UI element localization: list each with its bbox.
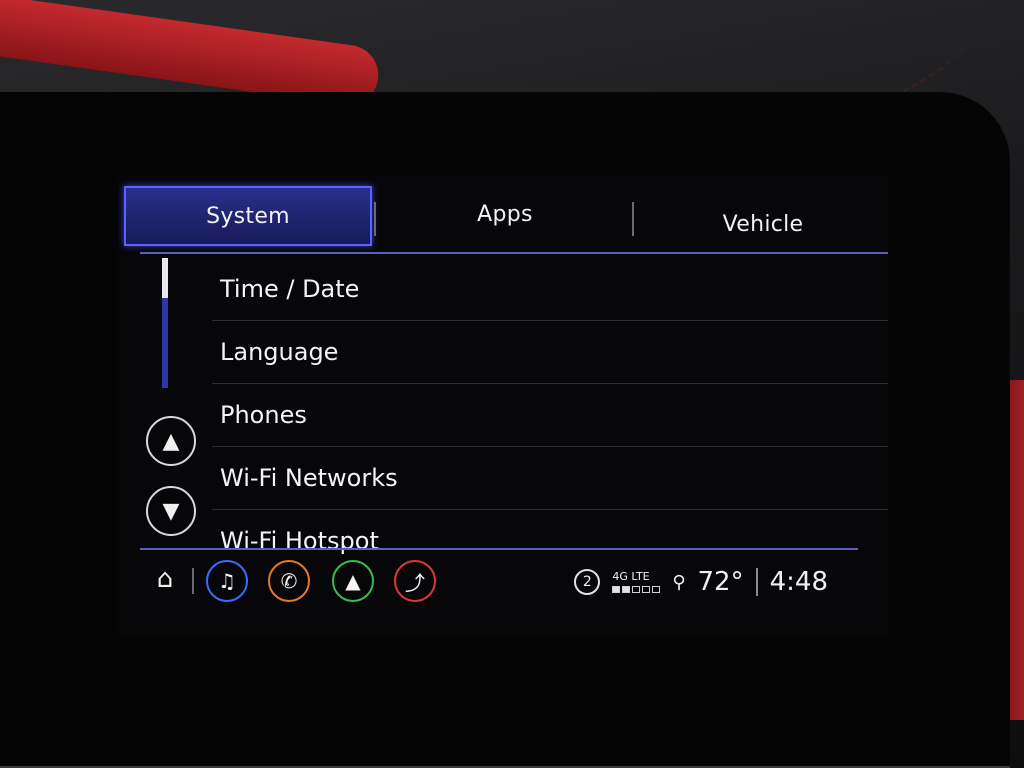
notification-count: 2 — [582, 574, 592, 590]
home-button[interactable]: ⌂ — [148, 564, 182, 594]
tab-system[interactable]: System — [124, 186, 372, 246]
system-menu-list: Time / Date Language Phones Wi-Fi Networ… — [212, 258, 888, 572]
list-item-label: Language — [220, 338, 339, 366]
home-icon: ⌂ — [156, 564, 174, 594]
tab-vehicle-label: Vehicle — [722, 211, 804, 237]
tab-divider — [632, 202, 634, 236]
climate-button[interactable]: ⤴ — [394, 560, 436, 602]
list-item-label: Phones — [220, 401, 307, 429]
music-icon: ♫ — [218, 569, 236, 593]
tab-underline — [140, 252, 888, 254]
climate-icon: ⤴ — [405, 570, 425, 595]
network-indicator: 4G LTE — [612, 570, 661, 593]
tab-vehicle[interactable]: Vehicle — [638, 196, 888, 252]
menu-item-language[interactable]: Language — [212, 321, 888, 384]
navigation-icon: ▲ — [345, 569, 361, 593]
phone-button[interactable]: ✆ — [268, 560, 310, 602]
list-item-label: Time / Date — [220, 275, 360, 303]
audio-button[interactable]: ♫ — [206, 560, 248, 602]
notification-badge[interactable]: 2 — [574, 569, 601, 595]
list-item-label: Wi-Fi Networks — [220, 464, 398, 492]
scroll-up-button[interactable]: ▲ — [146, 416, 196, 466]
tab-apps-label: Apps — [477, 201, 533, 227]
signal-bar — [632, 586, 641, 593]
status-separator — [755, 568, 758, 596]
menu-item-wifi-networks[interactable]: Wi-Fi Networks — [212, 447, 888, 510]
bottom-separator — [192, 568, 194, 594]
scrollbar-thumb[interactable] — [162, 258, 168, 298]
temperature: 72° — [697, 567, 744, 597]
tab-divider — [374, 202, 376, 236]
down-triangle-icon: ▼ — [162, 498, 180, 524]
infotainment-screen: System Apps Vehicle ▲ ▼ Time / Date Lang… — [118, 176, 888, 636]
phone-icon: ✆ — [280, 569, 298, 593]
bottom-divider — [140, 548, 858, 550]
signal-bar — [612, 586, 621, 593]
signal-bars — [612, 586, 661, 593]
tab-bar: System Apps Vehicle — [118, 176, 888, 256]
tab-apps[interactable]: Apps — [380, 186, 630, 242]
location-pin-icon: ⚲ — [672, 571, 686, 593]
signal-bar — [652, 586, 661, 593]
clock: 4:48 — [769, 567, 828, 597]
menu-item-time-date[interactable]: Time / Date — [212, 258, 888, 321]
tab-system-label: System — [206, 203, 290, 229]
signal-bar — [642, 586, 651, 593]
bottom-bar: ⌂ ♫ ✆ ▲ ⤴ 2 4G LTE ⚲ 72° 4:48 — [118, 556, 888, 616]
status-area: 2 4G LTE ⚲ 72° 4:48 — [574, 562, 828, 602]
scroll-down-button[interactable]: ▼ — [146, 486, 196, 536]
network-label: 4G LTE — [612, 570, 650, 583]
list-item-label: Wi-Fi Hotspot — [220, 527, 379, 555]
navigation-button[interactable]: ▲ — [332, 560, 374, 602]
up-triangle-icon: ▲ — [162, 428, 180, 454]
menu-item-phones[interactable]: Phones — [212, 384, 888, 447]
signal-bar — [622, 586, 631, 593]
